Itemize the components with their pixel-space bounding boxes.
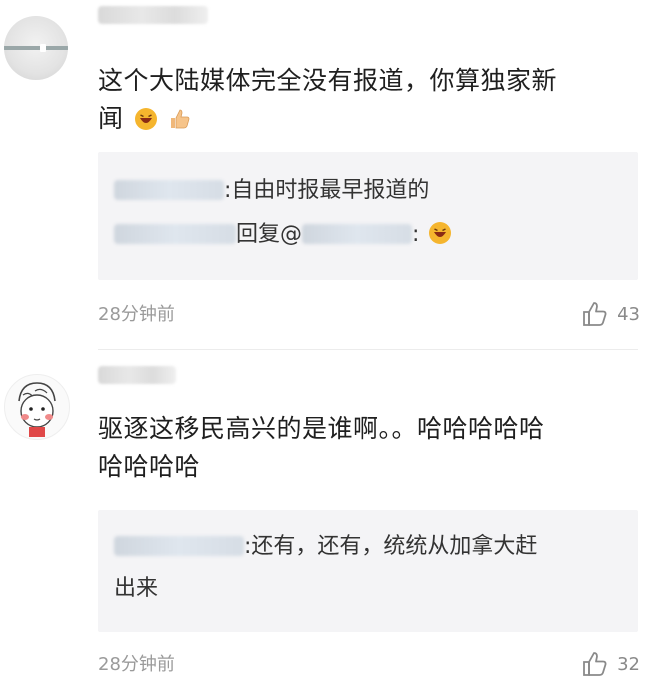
comment-text-line: 闻 bbox=[98, 100, 638, 138]
comment-text-line: 哈哈哈哈 bbox=[98, 452, 201, 481]
reply-text: :还有，还有，统统从加拿大赶 bbox=[244, 534, 538, 559]
avatar[interactable] bbox=[4, 374, 70, 440]
comment-text-line: 驱逐这移民高兴的是谁啊。。哈哈哈哈哈 bbox=[98, 414, 545, 443]
thumbs-up-emoji-icon bbox=[171, 109, 190, 129]
comment-text: 驱逐这移民高兴的是谁啊。。哈哈哈哈哈 哈哈哈哈 bbox=[98, 410, 638, 486]
comment-timestamp: 28分钟前 bbox=[98, 654, 175, 675]
avatar-image bbox=[4, 44, 68, 52]
reply-username-redacted[interactable] bbox=[114, 224, 236, 244]
reply-username-redacted[interactable] bbox=[114, 536, 244, 556]
mention-redacted[interactable] bbox=[302, 224, 413, 244]
comment-timestamp: 28分钟前 bbox=[98, 304, 175, 325]
reply-item-continued: 出来 bbox=[114, 572, 622, 606]
reply-mention-suffix: : bbox=[412, 222, 420, 247]
username-redacted[interactable] bbox=[98, 366, 176, 384]
laugh-emoji-icon bbox=[134, 108, 157, 130]
comment-text-part: 闻 bbox=[98, 104, 124, 133]
reply-item: :还有，还有，统统从加拿大赶 bbox=[114, 530, 622, 564]
like-count: 32 bbox=[617, 653, 640, 675]
comment-list: 这个大陆媒体完全没有报道，你算独家新 闻 :自由时报最早报道的 回复@: 28分… bbox=[0, 0, 652, 693]
like-outline-icon bbox=[583, 302, 607, 326]
reply-box[interactable]: :还有，还有，统统从加拿大赶 出来 bbox=[98, 510, 638, 632]
reply-box[interactable]: :自由时报最早报道的 回复@: bbox=[98, 152, 638, 280]
comment-text: 这个大陆媒体完全没有报道，你算独家新 闻 bbox=[98, 62, 638, 138]
comment-item: 这个大陆媒体完全没有报道，你算独家新 闻 :自由时报最早报道的 回复@: 28分… bbox=[0, 0, 652, 350]
username-redacted[interactable] bbox=[98, 6, 208, 24]
reply-mention-prefix: 回复@ bbox=[236, 222, 303, 247]
like-count: 43 bbox=[617, 303, 640, 325]
reply-text: 出来 bbox=[114, 576, 159, 601]
like-button[interactable]: 43 bbox=[581, 300, 640, 328]
laugh-emoji-icon bbox=[429, 222, 452, 244]
comment-item: 驱逐这移民高兴的是谁啊。。哈哈哈哈哈 哈哈哈哈 :还有，还有，统统从加拿大赶 出… bbox=[0, 350, 652, 693]
reply-username-redacted[interactable] bbox=[114, 180, 224, 200]
comment-text-line: 这个大陆媒体完全没有报道，你算独家新 bbox=[98, 66, 558, 95]
avatar-image bbox=[18, 382, 56, 437]
reply-item: 回复@: bbox=[114, 218, 622, 252]
reply-item: :自由时报最早报道的 bbox=[114, 174, 622, 208]
like-outline-icon bbox=[583, 652, 607, 676]
avatar[interactable] bbox=[4, 16, 68, 80]
like-button[interactable]: 32 bbox=[581, 650, 640, 678]
reply-text: :自由时报最早报道的 bbox=[224, 178, 430, 203]
